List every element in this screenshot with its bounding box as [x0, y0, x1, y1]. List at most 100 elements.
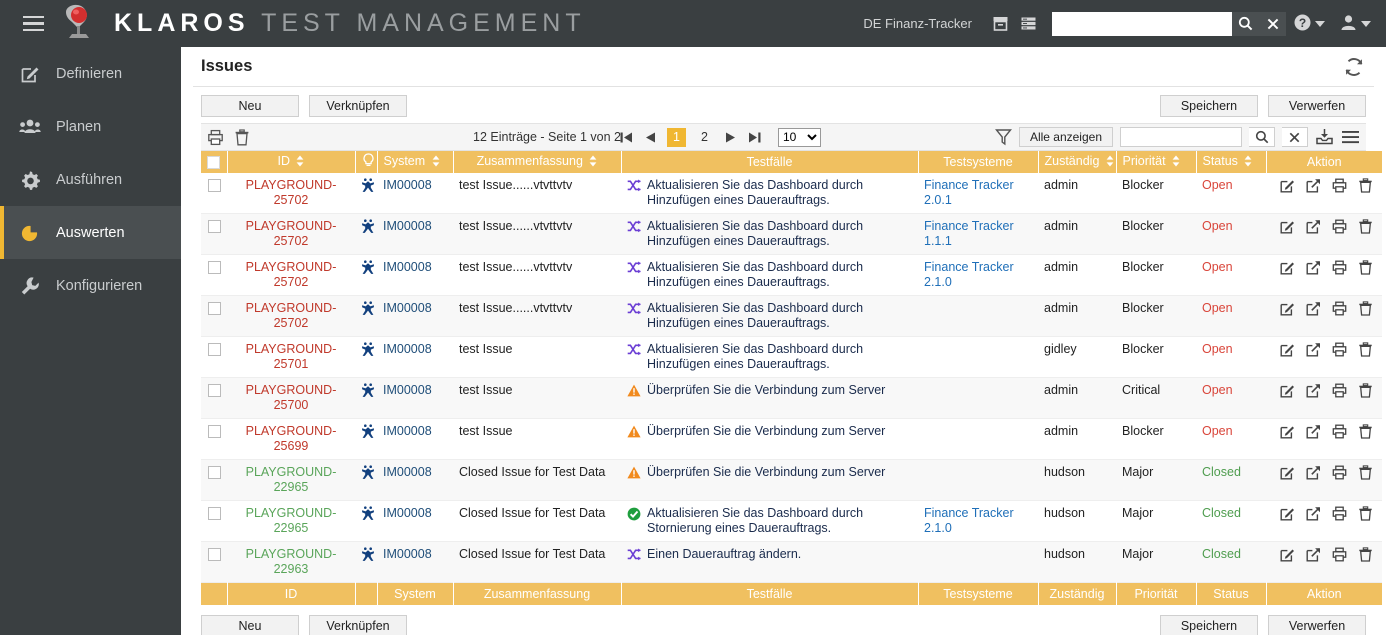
issue-id-link[interactable]: PLAYGROUND-22965 [246, 465, 337, 494]
issue-id-link[interactable]: PLAYGROUND-25699 [246, 424, 337, 453]
edit-icon[interactable] [1280, 219, 1295, 238]
table-row[interactable]: PLAYGROUND-25702 IM00008 test Issue......v… [201, 213, 1382, 255]
open-external-icon[interactable] [1306, 342, 1321, 361]
delete-icon[interactable] [1358, 219, 1373, 238]
row-tracker-cell[interactable] [355, 173, 377, 214]
edit-icon[interactable] [1280, 178, 1295, 197]
edit-icon[interactable] [1280, 342, 1295, 361]
edit-icon[interactable] [1280, 260, 1295, 279]
row-tracker-cell[interactable] [355, 255, 377, 296]
new-button-bottom[interactable]: Neu [201, 614, 299, 635]
table-row[interactable]: PLAYGROUND-25702 IM00008 test Issue......v… [201, 254, 1382, 296]
delete-icon[interactable] [1358, 547, 1373, 566]
row-tracker-cell[interactable] [355, 214, 377, 255]
issue-id-link[interactable]: PLAYGROUND-25702 [246, 219, 337, 248]
testcase-link[interactable]: Überprüfen Sie die Verbindung zum Server [647, 383, 885, 398]
open-external-icon[interactable] [1306, 260, 1321, 279]
open-external-icon[interactable] [1306, 506, 1321, 525]
sidebar-item-konfigurieren[interactable]: Konfigurieren [0, 259, 181, 312]
show-all-button[interactable]: Alle anzeigen [1018, 127, 1113, 147]
link-button-top[interactable]: Verknüpfen [309, 95, 407, 117]
test-system-link[interactable]: Finance Tracker 2.1.0 [924, 260, 1014, 289]
global-search-clear-icon[interactable] [1259, 11, 1286, 36]
delete-icon[interactable] [1358, 383, 1373, 402]
testcase-link[interactable]: Aktualisieren Sie das Dashboard durch Hi… [647, 260, 912, 290]
link-button-bottom[interactable]: Verknüpfen [309, 614, 407, 635]
testcase-link[interactable]: Aktualisieren Sie das Dashboard durch St… [647, 506, 912, 536]
trash-icon[interactable] [234, 128, 250, 146]
issue-id-link[interactable]: PLAYGROUND-25702 [246, 260, 337, 289]
edit-icon[interactable] [1280, 383, 1295, 402]
column-header-priority[interactable]: Priorität [1116, 151, 1197, 173]
row-checkbox[interactable] [207, 343, 221, 356]
edit-icon[interactable] [1280, 547, 1295, 566]
testcase-link[interactable]: Aktualisieren Sie das Dashboard durch Hi… [647, 301, 912, 331]
row-checkbox[interactable] [207, 507, 221, 520]
filter-clear-icon[interactable] [1282, 127, 1308, 147]
sidebar-item-planen[interactable]: Planen [0, 100, 181, 153]
delete-icon[interactable] [1358, 465, 1373, 484]
delete-icon[interactable] [1358, 424, 1373, 443]
open-external-icon[interactable] [1306, 301, 1321, 320]
testcase-link[interactable]: Überprüfen Sie die Verbindung zum Server [647, 465, 885, 480]
print-icon[interactable] [1332, 301, 1347, 320]
system-link[interactable]: IM00008 [383, 547, 432, 561]
system-link[interactable]: IM00008 [383, 219, 432, 233]
table-row[interactable]: PLAYGROUND-25700 IM00008 test Issue Überprü… [201, 377, 1382, 419]
table-row[interactable]: PLAYGROUND-25699 IM00008 test Issue Überprü… [201, 418, 1382, 460]
table-row[interactable]: PLAYGROUND-22965 IM00008 Closed Issue for … [201, 459, 1382, 501]
table-row[interactable]: PLAYGROUND-25702 IM00008 test Issue......v… [201, 173, 1382, 214]
row-checkbox[interactable] [207, 466, 221, 479]
page-size-select[interactable]: 10 25 50 100 [778, 127, 821, 147]
row-tracker-cell[interactable] [355, 542, 377, 583]
list-menu-icon[interactable] [1341, 129, 1360, 145]
edit-icon[interactable] [1280, 424, 1295, 443]
print-icon[interactable] [1332, 260, 1347, 279]
edit-icon[interactable] [1280, 465, 1295, 484]
column-header-system[interactable]: System [377, 151, 454, 173]
open-external-icon[interactable] [1306, 219, 1321, 238]
open-external-icon[interactable] [1306, 424, 1321, 443]
system-link[interactable]: IM00008 [383, 178, 432, 192]
issue-id-link[interactable]: PLAYGROUND-25702 [246, 178, 337, 207]
issue-id-link[interactable]: PLAYGROUND-22965 [246, 506, 337, 535]
edit-icon[interactable] [1280, 506, 1295, 525]
refresh-icon[interactable] [1342, 55, 1366, 79]
first-page-icon[interactable] [619, 130, 634, 145]
funnel-filter-icon[interactable] [994, 128, 1012, 146]
save-button-top[interactable]: Speichern [1160, 95, 1258, 117]
select-all-checkbox[interactable] [207, 156, 221, 170]
row-checkbox[interactable] [207, 220, 221, 233]
row-tracker-cell[interactable] [355, 501, 377, 542]
discard-button-bottom[interactable]: Verwerfen [1268, 614, 1366, 635]
column-header-responsible[interactable]: Zuständig [1038, 151, 1117, 173]
delete-icon[interactable] [1358, 342, 1373, 361]
row-checkbox[interactable] [207, 261, 221, 274]
issue-id-link[interactable]: PLAYGROUND-22963 [246, 547, 337, 576]
row-checkbox[interactable] [207, 425, 221, 438]
testcase-link[interactable]: Aktualisieren Sie das Dashboard durch Hi… [647, 178, 912, 208]
open-external-icon[interactable] [1306, 547, 1321, 566]
next-page-icon[interactable] [723, 130, 738, 145]
delete-icon[interactable] [1358, 301, 1373, 320]
column-header-summary[interactable]: Zusammenfassung [453, 151, 622, 173]
print-icon[interactable] [1332, 383, 1347, 402]
sidebar-item-auswerten[interactable]: Auswerten [0, 206, 181, 259]
delete-icon[interactable] [1358, 506, 1373, 525]
system-link[interactable]: IM00008 [383, 506, 432, 520]
print-icon[interactable] [1332, 506, 1347, 525]
issue-id-link[interactable]: PLAYGROUND-25702 [246, 301, 337, 330]
test-system-link[interactable]: Finance Tracker 2.1.0 [924, 506, 1014, 535]
filter-search-icon[interactable] [1249, 127, 1275, 147]
issue-id-link[interactable]: PLAYGROUND-25700 [246, 383, 337, 412]
delete-icon[interactable] [1358, 260, 1373, 279]
new-button-top[interactable]: Neu [201, 95, 299, 117]
print-icon[interactable] [1332, 219, 1347, 238]
system-link[interactable]: IM00008 [383, 342, 432, 356]
system-link[interactable]: IM00008 [383, 260, 432, 274]
row-checkbox[interactable] [207, 384, 221, 397]
system-link[interactable]: IM00008 [383, 424, 432, 438]
print-icon[interactable] [1332, 342, 1347, 361]
testcase-link[interactable]: Einen Dauerauftrag ändern. [647, 547, 801, 562]
save-button-bottom[interactable]: Speichern [1160, 614, 1258, 635]
